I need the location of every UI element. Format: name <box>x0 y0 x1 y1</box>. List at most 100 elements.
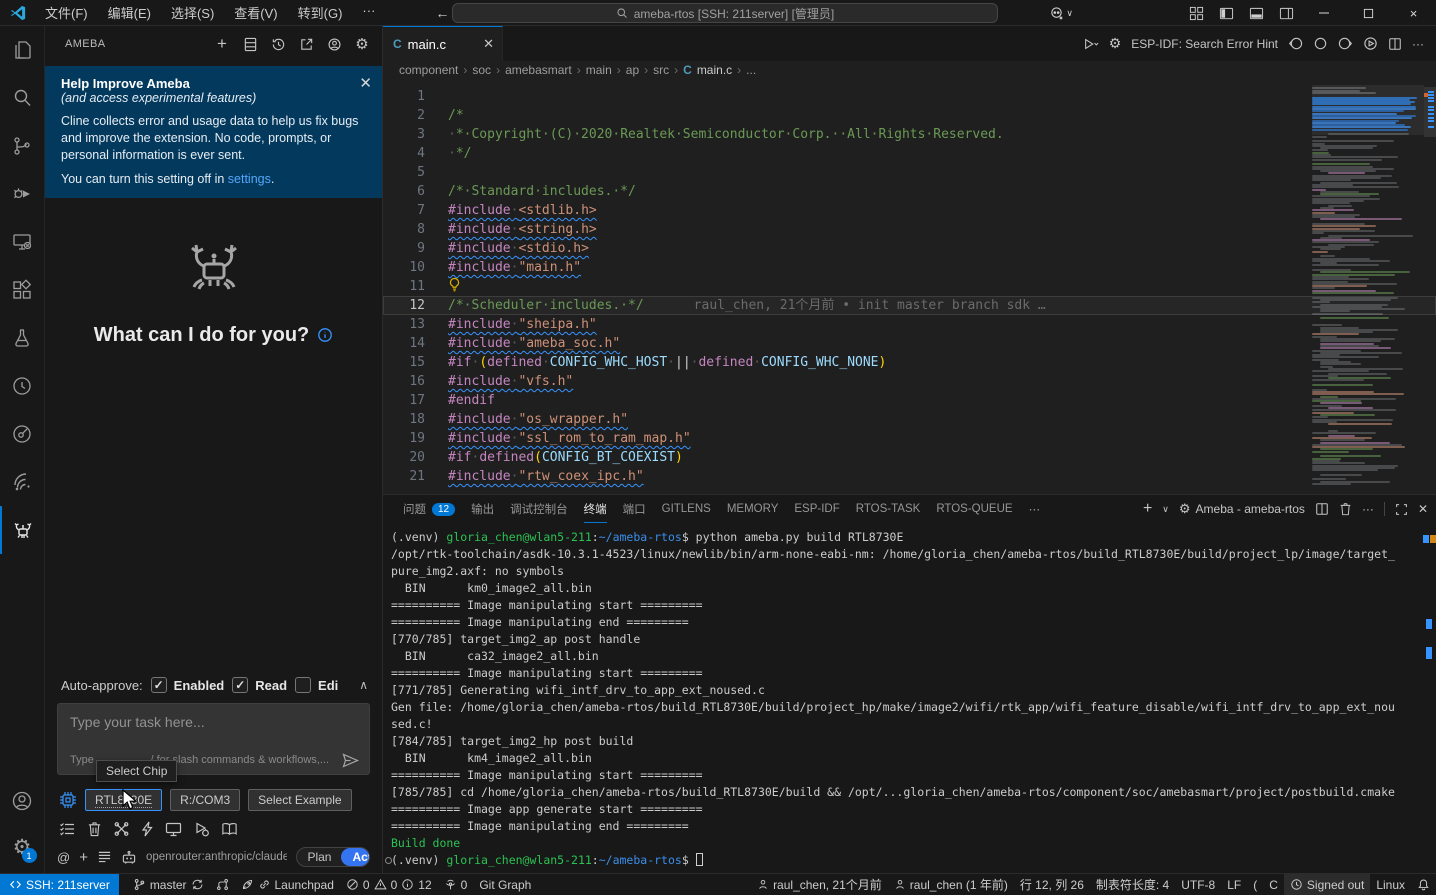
code-line[interactable]: 11 <box>383 277 1436 296</box>
code-line[interactable]: 13#include·"sheipa.h" <box>383 315 1436 334</box>
open-in-editor-icon[interactable] <box>296 34 316 54</box>
language-mode[interactable]: C <box>1263 874 1284 895</box>
settings-gear-icon[interactable]: ⚙ <box>1109 35 1122 52</box>
command-center[interactable]: ameba-rtos [SSH: 211server] [管理员] <box>452 3 998 23</box>
notifications-bell-icon[interactable] <box>1411 874 1436 895</box>
code-line[interactable]: 17#endif <box>383 391 1436 410</box>
menu-selection[interactable]: 选择(S) <box>163 1 222 24</box>
breadcrumb-item[interactable]: ap <box>626 63 639 77</box>
close-panel-icon[interactable]: ✕ <box>1418 502 1428 516</box>
code-area[interactable]: 12/*3·*·Copyright·(C)·2020·Realtek·Semic… <box>383 79 1436 494</box>
breadcrumb-item[interactable]: component <box>399 63 458 77</box>
cursor-position[interactable]: 行 12, 列 26 <box>1014 874 1090 895</box>
code-line[interactable]: 12/*·Scheduler·includes.·*/raul_chen, 21… <box>383 296 1436 315</box>
lightbulb-icon[interactable] <box>448 277 461 292</box>
lightning-icon[interactable] <box>141 821 154 837</box>
checkbox-enabled[interactable]: ✓ <box>151 677 167 693</box>
run-menu-icon[interactable] <box>1083 37 1099 51</box>
panel-tab-rtos-task[interactable]: RTOS-TASK <box>856 498 921 520</box>
task-list-icon[interactable] <box>59 821 76 837</box>
tools-icon[interactable] <box>113 821 130 837</box>
settings-gear-icon[interactable]: ⚙ <box>352 34 372 54</box>
panel-tab-gitlens[interactable]: GITLENS <box>662 498 711 520</box>
code-line[interactable]: 15#if·(defined·CONFIG_WHC_HOST·||·define… <box>383 353 1436 372</box>
menu-file[interactable]: 文件(F) <box>37 1 96 24</box>
source-control-icon[interactable] <box>0 122 45 170</box>
indentation-indicator[interactable]: 制表符长度: 4 <box>1090 874 1175 895</box>
chevron-up-icon[interactable]: ∧ <box>359 678 368 692</box>
toggle-sidebar-icon[interactable] <box>1211 0 1241 26</box>
panel-tab-output[interactable]: 输出 <box>471 496 494 522</box>
mcp-servers-icon[interactable] <box>240 34 260 54</box>
settings-gear-icon[interactable]: ⚙1 <box>0 825 45 869</box>
plan-button[interactable]: Plan <box>297 848 341 866</box>
code-line[interactable]: 6/*·Standard·includes.·*/ <box>383 182 1436 201</box>
code-line[interactable]: 5 <box>383 163 1436 182</box>
breadcrumb-item[interactable]: src <box>653 63 669 77</box>
remote-explorer-icon[interactable] <box>0 218 45 266</box>
code-line[interactable]: 4·*/ <box>383 144 1436 163</box>
ameba-robot-icon[interactable] <box>0 506 45 554</box>
info-icon[interactable] <box>317 327 333 343</box>
problems-indicator[interactable]: 0 0 12 <box>340 874 438 895</box>
breadcrumb-item[interactable]: soc <box>472 63 491 77</box>
more-actions-icon[interactable]: ··· <box>1362 502 1374 516</box>
code-line[interactable]: 21#include·"rtw_coex_ipc.h" <box>383 467 1436 486</box>
new-terminal-icon[interactable]: + <box>1143 500 1152 518</box>
terminal-dropdown-icon[interactable]: ∨ <box>1162 504 1169 515</box>
trash-icon[interactable] <box>87 821 102 837</box>
blame-recent[interactable]: raul_chen, 21个月前 <box>751 874 888 895</box>
encoding-indicator[interactable]: UTF-8 <box>1175 874 1221 895</box>
account-icon[interactable] <box>0 777 45 825</box>
more-actions-icon[interactable]: ··· <box>1412 37 1424 51</box>
code-line[interactable]: 1 <box>383 87 1436 106</box>
terminal[interactable]: (.venv) gloria_chen@wlan5-211:~/ameba-rt… <box>391 529 1422 871</box>
maximize-button[interactable] <box>1346 0 1391 26</box>
panel-tab-terminal[interactable]: 终端 <box>584 496 607 523</box>
search-icon[interactable] <box>0 74 45 122</box>
minimap[interactable] <box>1312 85 1424 487</box>
launchpad-button[interactable]: Launchpad <box>235 874 340 895</box>
add-context-icon[interactable]: + <box>79 849 88 866</box>
select-example-button[interactable]: Select Example <box>248 789 351 811</box>
panel-tab-rtos-queue[interactable]: RTOS-QUEUE <box>936 498 1012 520</box>
run-circle-icon[interactable] <box>1363 36 1378 51</box>
run-debug-icon[interactable] <box>0 170 45 218</box>
remote-indicator[interactable]: SSH: 211server <box>0 874 119 895</box>
nav-back-icon[interactable]: ← <box>435 5 449 21</box>
history-icon[interactable] <box>268 34 288 54</box>
terminal-tab-ameba[interactable]: ⚙ Ameba - ameba-rtos <box>1179 501 1305 517</box>
code-line[interactable]: 10#include·"main.h" <box>383 258 1436 277</box>
toggle-panel-icon[interactable] <box>1241 0 1271 26</box>
act-button[interactable]: Act <box>341 848 370 866</box>
code-line[interactable]: 16#include·"vfs.h" <box>383 372 1436 391</box>
code-line[interactable]: 19#include·"ssl_rom_to_ram_map.h" <box>383 429 1436 448</box>
docs-book-icon[interactable] <box>221 821 238 837</box>
tab-main-c[interactable]: C main.c ✕ <box>383 26 503 61</box>
breadcrumb-item[interactable]: main <box>586 63 612 77</box>
panel-tabs-more-icon[interactable]: ⋯ <box>1029 497 1041 521</box>
branch-indicator[interactable]: master <box>127 874 210 895</box>
feedback-indicator[interactable]: 0 <box>438 874 474 895</box>
code-editor[interactable]: 12/*3·*·Copyright·(C)·2020·Realtek·Semic… <box>383 79 1436 494</box>
testing-icon[interactable] <box>0 314 45 362</box>
account-icon[interactable] <box>324 34 344 54</box>
paren-indicator[interactable]: ( <box>1247 874 1263 895</box>
toggle-secondary-sidebar-icon[interactable] <box>1271 0 1301 26</box>
model-bot-icon[interactable] <box>121 850 137 865</box>
extensions-icon[interactable] <box>0 266 45 314</box>
nav-forward-circle-icon[interactable] <box>1338 36 1353 51</box>
code-line[interactable]: 9#include·<stdio.h> <box>383 239 1436 258</box>
blame-old[interactable]: raul_chen (1 年前) <box>888 874 1014 895</box>
menu-more[interactable]: ··· <box>354 1 383 24</box>
code-line[interactable]: 18#include·"os_wrapper.h" <box>383 410 1436 429</box>
code-line[interactable]: 7#include·<stdlib.h> <box>383 201 1436 220</box>
breadcrumb-item[interactable]: ... <box>746 63 756 77</box>
panel-tab-debug-console[interactable]: 调试控制台 <box>510 496 568 522</box>
panel-tab-memory[interactable]: MEMORY <box>727 498 779 520</box>
auto-approve-bar[interactable]: Auto-approve: ✓Enabled ✓Read Edi ∧ <box>57 671 370 703</box>
minimize-button[interactable] <box>1301 0 1346 26</box>
close-button[interactable]: × <box>1391 0 1436 26</box>
commit-graph-button[interactable] <box>210 874 235 895</box>
code-line[interactable]: 14#include·"ameba_soc.h" <box>383 334 1436 353</box>
